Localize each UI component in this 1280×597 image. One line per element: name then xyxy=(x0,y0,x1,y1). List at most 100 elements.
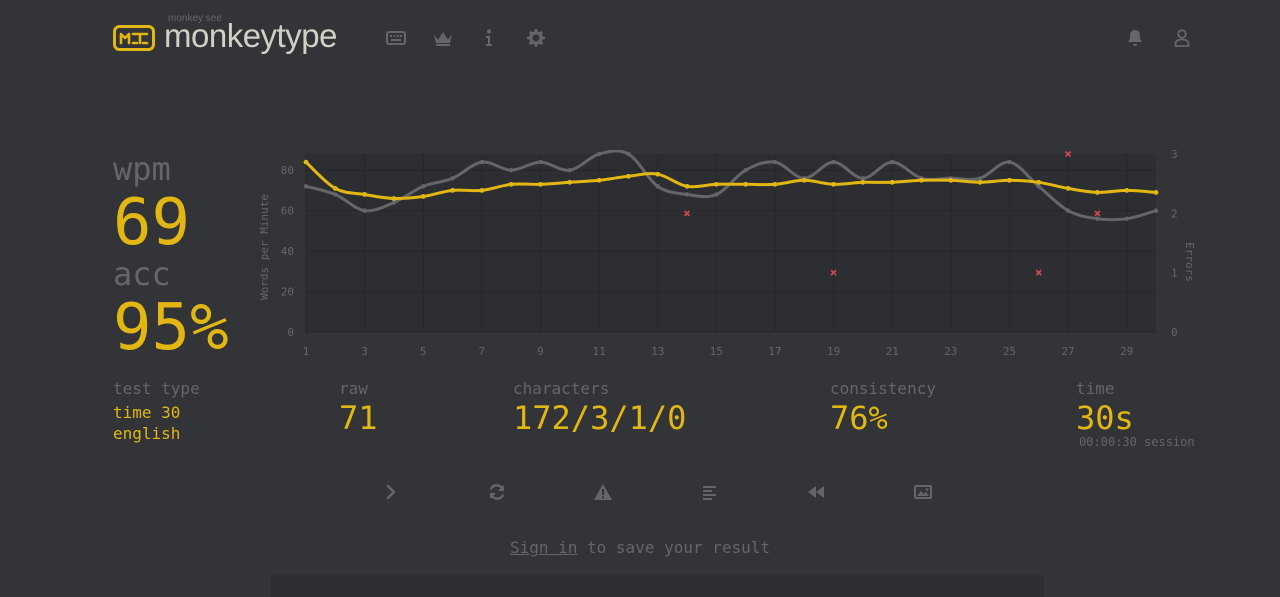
logo-icon[interactable] xyxy=(113,25,155,51)
x-tick-label: 27 xyxy=(1061,345,1074,358)
crown-icon[interactable] xyxy=(431,26,455,50)
wpm-point xyxy=(919,177,924,183)
x-tick-label: 21 xyxy=(886,345,899,358)
y-tick-label: 80 xyxy=(281,164,294,177)
x-tick-label: 23 xyxy=(944,345,957,358)
warning-icon[interactable] xyxy=(587,476,619,508)
x-tick-label: 5 xyxy=(420,345,427,358)
wpm-point xyxy=(303,159,309,165)
wpm-point xyxy=(596,177,602,183)
words-history-icon[interactable] xyxy=(694,476,726,508)
replay-icon[interactable] xyxy=(800,476,832,508)
acc-label: acc xyxy=(113,255,171,293)
bell-icon[interactable] xyxy=(1123,26,1147,50)
x-tick-label: 7 xyxy=(479,345,486,358)
user-icon[interactable] xyxy=(1170,26,1194,50)
raw-point xyxy=(421,184,426,189)
raw-point xyxy=(1095,216,1100,221)
raw-point xyxy=(362,208,367,213)
raw-point xyxy=(684,192,690,197)
wpm-point xyxy=(362,192,368,197)
wpm-point xyxy=(508,181,514,187)
wpm-point xyxy=(332,185,338,191)
wpm-point xyxy=(948,177,954,183)
logo-title[interactable]: monkeytype xyxy=(164,17,337,55)
wpm-point xyxy=(743,181,749,187)
x-tick-label: 25 xyxy=(1003,345,1016,358)
time-label: time xyxy=(1076,379,1115,398)
session-time: 00:00:30 session xyxy=(1079,435,1195,449)
test-type-mode: time 30 xyxy=(113,403,181,422)
raw-point xyxy=(655,184,660,189)
gear-icon[interactable] xyxy=(524,26,548,50)
y-tick-label: 20 xyxy=(281,286,294,299)
save-result-prompt: Sign in to save your result xyxy=(0,538,1280,557)
wpm-point xyxy=(977,179,983,185)
test-type-language: english xyxy=(113,424,181,443)
wpm-point xyxy=(831,181,836,187)
wpm-point xyxy=(479,188,485,193)
y2-axis-label: Errors xyxy=(1183,242,1196,282)
y2-tick-label: 1 xyxy=(1171,267,1178,280)
raw-point xyxy=(333,192,338,197)
raw-point xyxy=(1124,216,1129,221)
x-tick-label: 9 xyxy=(537,345,544,358)
raw-label: raw xyxy=(339,379,368,398)
keyboard-icon[interactable] xyxy=(384,26,408,50)
raw-point xyxy=(596,151,602,157)
characters-label: characters xyxy=(513,379,610,398)
wpm-point xyxy=(538,181,543,187)
y-tick-label: 0 xyxy=(287,326,294,339)
y2-tick-label: 3 xyxy=(1171,150,1178,161)
raw-point xyxy=(1036,184,1041,189)
y-tick-label: 40 xyxy=(281,245,294,258)
wpm-point xyxy=(1094,190,1100,195)
x-tick-label: 19 xyxy=(827,345,840,358)
restart-icon[interactable] xyxy=(481,476,513,508)
y-tick-label: 60 xyxy=(281,205,294,218)
wpm-point xyxy=(1124,188,1130,193)
raw-point xyxy=(772,159,778,165)
raw-point xyxy=(714,192,719,197)
save-result-text: to save your result xyxy=(577,538,771,557)
x-tick-label: 29 xyxy=(1120,345,1133,358)
raw-point xyxy=(479,159,485,165)
raw-point xyxy=(450,176,455,181)
wpm-point xyxy=(655,171,661,177)
raw-point xyxy=(567,167,572,173)
info-icon[interactable] xyxy=(477,26,501,50)
wpm-chart: Words per Minute Errors 0204060801 3 5 7 9 11… xyxy=(258,150,1196,358)
wpm-point xyxy=(1065,185,1071,191)
sign-in-link[interactable]: Sign in xyxy=(510,538,577,557)
x-tick-label: 17 xyxy=(768,345,781,358)
time-value: 30s xyxy=(1076,399,1134,437)
wpm-point xyxy=(772,181,778,187)
consistency-label: consistency xyxy=(830,379,936,398)
y2-tick-label: 0 xyxy=(1171,326,1178,339)
wpm-point xyxy=(567,179,573,185)
raw-point xyxy=(977,176,983,181)
wpm-point xyxy=(391,196,397,201)
wpm-point xyxy=(1036,179,1042,185)
raw-point xyxy=(1153,208,1159,213)
wpm-point xyxy=(420,194,426,199)
raw-point xyxy=(831,159,836,165)
test-type-label: test type xyxy=(113,379,200,398)
raw-point xyxy=(1065,208,1071,213)
bottom-panel xyxy=(271,575,1044,597)
x-tick-label: 3 xyxy=(361,345,368,358)
characters-value: 172/3/1/0 xyxy=(513,399,687,437)
raw-point xyxy=(538,159,543,165)
screenshot-icon[interactable] xyxy=(907,476,939,508)
x-tick-label: 15 xyxy=(710,345,723,358)
wpm-value: 69 xyxy=(113,186,191,260)
raw-point xyxy=(508,167,514,173)
next-test-icon[interactable] xyxy=(375,476,407,508)
wpm-point xyxy=(801,177,807,183)
acc-value: 95% xyxy=(113,291,229,365)
wpm-label: wpm xyxy=(113,150,171,188)
wpm-point xyxy=(684,183,690,189)
wpm-point xyxy=(1153,190,1159,195)
wpm-point xyxy=(860,179,866,185)
raw-point xyxy=(890,159,895,165)
